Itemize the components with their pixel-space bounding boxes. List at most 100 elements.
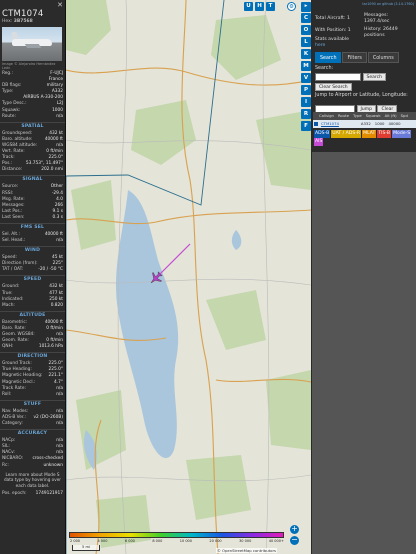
- legend-tick: 8 000: [152, 539, 163, 543]
- info-row: TAT / OAT: -20 / -50 °C: [0, 267, 65, 273]
- tab-filters[interactable]: Filters: [342, 52, 367, 63]
- info-sections: SPATIAL Groundspeed: 432 kt Baro. altitude:…: [0, 121, 65, 469]
- map-button-u[interactable]: U: [244, 2, 253, 11]
- info-value: 0.820: [50, 302, 63, 308]
- legend-tick: 30 000: [239, 539, 252, 543]
- col-spd[interactable]: Spd: [399, 112, 410, 120]
- map-button-i[interactable]: I: [301, 97, 311, 107]
- panel-header: CTM1074 ✕: [0, 0, 65, 19]
- legend-tick: 10 000: [179, 539, 192, 543]
- tab-columns[interactable]: Columns: [367, 52, 399, 63]
- zoom-out-button[interactable]: −: [290, 536, 299, 545]
- map-button-m[interactable]: M: [301, 61, 311, 71]
- map-top-controls: U H T: [244, 2, 275, 11]
- source-badge-tis-b[interactable]: TIS-B: [377, 130, 392, 138]
- info-value: -20 / -50 °C: [38, 267, 63, 273]
- map-button-r[interactable]: R: [301, 109, 311, 119]
- search-button[interactable]: Search: [362, 73, 386, 81]
- map-button-c[interactable]: C: [301, 13, 311, 23]
- col-type[interactable]: Type: [351, 112, 364, 120]
- clear-search-button[interactable]: Clear Search: [315, 83, 352, 91]
- section-title-altitude: ALTITUDE: [0, 310, 65, 320]
- info-label[interactable]: Last Seen:: [2, 215, 25, 221]
- row-alt: 40000: [388, 121, 401, 126]
- aircraft-table-header: Callsign Route Type Squawk Alt (ft) Spd: [313, 112, 416, 120]
- table-row[interactable]: CTM1074 A332 1000 40000: [313, 120, 416, 128]
- info-label[interactable]: Roll:: [2, 392, 11, 398]
- info-value: unknown: [43, 462, 63, 468]
- callsign-title: CTM1074: [2, 9, 44, 19]
- stats-link[interactable]: here: [315, 43, 363, 49]
- total-aircraft: Total Aircraft: 1: [315, 16, 350, 21]
- section-title-fms-sel: FMS SEL: [0, 222, 65, 232]
- section-title-direction: DIRECTION: [0, 352, 65, 361]
- map-button-p[interactable]: P: [301, 85, 311, 95]
- info-label[interactable]: Rc:: [2, 463, 9, 469]
- photo-credit[interactable]: Image © Alejandro Hernández León: [0, 61, 65, 71]
- zoom-in-button[interactable]: +: [290, 525, 299, 534]
- info-row: QNH: 1013.6 hPa: [0, 344, 65, 350]
- map-button-f[interactable]: F: [301, 121, 311, 131]
- info-label[interactable]: QNH:: [2, 344, 13, 350]
- search-label: Search:: [315, 66, 334, 71]
- search-input[interactable]: [315, 73, 361, 81]
- learn-more-text: Learn more about Mode S data type by hov…: [3, 471, 62, 488]
- info-value: n/a: [56, 391, 63, 397]
- col-alt[interactable]: Alt (ft): [383, 112, 399, 120]
- expand-panel-icon[interactable]: ▸: [301, 2, 311, 12]
- map-button-h[interactable]: H: [255, 2, 264, 11]
- github-link[interactable]: tar1090 on github (3.14.1760): [312, 0, 416, 8]
- info-value: n/a: [56, 421, 63, 427]
- row-callsign[interactable]: CTM1074: [319, 120, 341, 128]
- altitude-legend: [69, 532, 284, 538]
- source-badge-mode-s[interactable]: Mode-S: [392, 130, 412, 138]
- close-icon[interactable]: ✕: [57, 1, 63, 9]
- info-label[interactable]: Distance:: [2, 167, 22, 173]
- legend-ticks: 2 000 4 000 6 000 8 000 10 000 20 000 30 000 40…: [70, 539, 284, 543]
- settings-gear-icon[interactable]: ⚙: [287, 2, 296, 11]
- panel-tabs: Search Filters Columns: [315, 52, 399, 63]
- aircraft-photo[interactable]: [2, 27, 62, 61]
- source-badge-ais[interactable]: AIS: [314, 138, 324, 146]
- with-position: With Position: 1: [315, 28, 351, 33]
- source-badge-uat-ads-r[interactable]: UAT / ADS-R: [331, 130, 362, 138]
- info-value: 202.0 nmi: [41, 167, 63, 173]
- map-side-controls: COLKMVPIRF: [301, 13, 311, 131]
- section-title-stuff: STUFF: [0, 399, 65, 409]
- section-title-spatial: SPATIAL: [0, 121, 65, 131]
- info-row: Distance: 202.0 nmi: [0, 167, 65, 173]
- info-row: Category: n/a: [0, 421, 65, 427]
- section-title-accuracy: ACCURACY: [0, 429, 65, 438]
- info-value: n/a: [56, 238, 63, 244]
- row-flag-icon: [314, 122, 318, 126]
- col-squawk[interactable]: Squawk: [364, 112, 383, 120]
- map-button-k[interactable]: K: [301, 49, 311, 59]
- info-label[interactable]: Sel. Head.:: [2, 238, 25, 244]
- row-type: A332: [360, 121, 371, 126]
- info-row: Last Seen: 0.3 s: [0, 215, 65, 221]
- tab-search[interactable]: Search: [315, 52, 342, 63]
- track-line: [158, 244, 190, 276]
- row-route: [341, 120, 359, 128]
- route-row: Route: n/a: [2, 113, 63, 119]
- info-row: Roll: n/a: [0, 392, 65, 398]
- map-attribution[interactable]: © OpenStreetMap contributors: [216, 548, 277, 553]
- source-badge-ads-b[interactable]: ADS-B: [314, 130, 331, 138]
- legend-tick: 20 000: [209, 539, 222, 543]
- stats-block: Total Aircraft: 1 Messages: 1397.4/sec W…: [312, 8, 416, 50]
- map-view[interactable]: U H T ⚙ ◂ 2 0004 0006 0008 00010 00020 0…: [66, 0, 311, 554]
- map-button-t[interactable]: T: [266, 2, 275, 11]
- legend-tick: 2 000: [70, 539, 81, 543]
- col-callsign[interactable]: Callsign: [317, 112, 336, 120]
- messages-rate: 1397.4/sec: [364, 19, 390, 24]
- map-button-o[interactable]: O: [301, 25, 311, 35]
- info-label[interactable]: TAT / OAT:: [2, 267, 23, 273]
- map-button-v[interactable]: V: [301, 73, 311, 83]
- map-button-l[interactable]: L: [301, 37, 311, 47]
- map-canvas[interactable]: [66, 0, 311, 554]
- info-label[interactable]: Category:: [2, 421, 23, 427]
- col-route[interactable]: Route: [336, 112, 351, 120]
- info-label[interactable]: Mach:: [2, 303, 15, 309]
- source-badge-mlat[interactable]: MLAT: [362, 130, 377, 138]
- section-title-wind: WIND: [0, 246, 65, 255]
